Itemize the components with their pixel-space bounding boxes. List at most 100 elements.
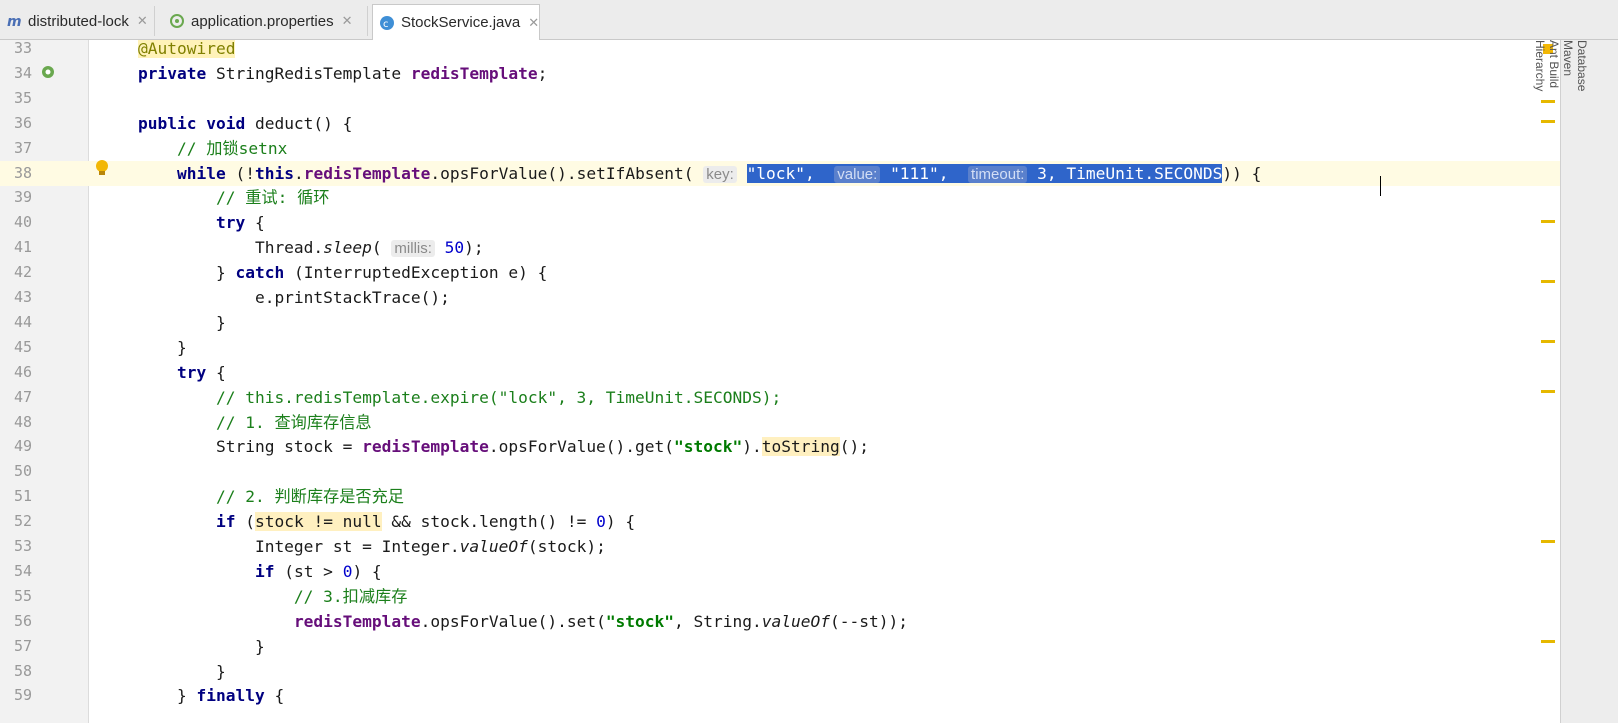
code-token: "111", bbox=[890, 163, 959, 183]
code-line[interactable]: 56 redisTemplate.opsForValue().set("stoc… bbox=[0, 609, 1560, 634]
line-number: 46 bbox=[13, 362, 32, 381]
line-number: 42 bbox=[13, 263, 32, 282]
line-number: 50 bbox=[13, 462, 32, 481]
code-token: } bbox=[138, 263, 236, 283]
code-text: // this.redisTemplate.expire("lock", 3, … bbox=[138, 385, 781, 410]
code-line[interactable]: 35 bbox=[0, 86, 1560, 111]
tool-window-labels: Database Maven Ant Build Hierarchy bbox=[1533, 40, 1589, 723]
code-line[interactable]: 51 // 2. 判断库存是否充足 bbox=[0, 484, 1560, 509]
code-token: stock != null bbox=[254, 512, 382, 532]
code-token: } bbox=[138, 636, 265, 656]
code-token: @Autowired bbox=[138, 40, 236, 58]
code-line[interactable]: 50 bbox=[0, 459, 1560, 484]
code-text: } bbox=[138, 634, 265, 659]
line-number: 33 bbox=[13, 40, 32, 57]
line-number: 49 bbox=[13, 437, 32, 456]
code-line[interactable]: 42 } catch (InterruptedException e) { bbox=[0, 260, 1560, 285]
code-token: while bbox=[176, 163, 236, 183]
tab-label: application.properties bbox=[191, 12, 334, 30]
code-token: (! bbox=[235, 163, 255, 183]
code-line[interactable]: 52 if (stock != null && stock.length() !… bbox=[0, 509, 1560, 534]
spring-bean-icon[interactable] bbox=[40, 64, 56, 80]
tool-hierarchy[interactable]: Hierarchy bbox=[1533, 40, 1547, 723]
tab-stockservice-java[interactable]: c StockService.java ✕ bbox=[372, 4, 540, 40]
parameter-hint: value: bbox=[824, 163, 891, 183]
code-token: } bbox=[138, 686, 197, 706]
code-line[interactable]: 58 } bbox=[0, 659, 1560, 684]
code-line[interactable]: 49 String stock = redisTemplate.opsForVa… bbox=[0, 434, 1560, 459]
code-text: } bbox=[138, 659, 226, 684]
code-line[interactable]: 43 e.printStackTrace(); bbox=[0, 285, 1560, 310]
code-line[interactable]: 53 Integer st = Integer.valueOf(stock); bbox=[0, 534, 1560, 559]
code-token: ; bbox=[537, 63, 548, 83]
code-line[interactable]: 37 // 加锁setnx bbox=[0, 136, 1560, 161]
code-token: // 3.扣减库存 bbox=[138, 586, 408, 606]
close-icon[interactable]: ✕ bbox=[137, 13, 148, 29]
close-icon[interactable]: ✕ bbox=[528, 15, 539, 31]
code-token: (st > bbox=[284, 561, 343, 581]
line-number: 53 bbox=[13, 537, 32, 555]
code-token: "stock" bbox=[674, 437, 743, 457]
code-token: ( bbox=[245, 512, 255, 532]
code-line[interactable]: 54 if (st > 0) { bbox=[0, 559, 1560, 584]
code-line[interactable]: 45 } bbox=[0, 335, 1560, 360]
code-line[interactable]: 59 } finally { bbox=[0, 683, 1560, 708]
code-token: redisTemplate bbox=[362, 437, 489, 457]
code-token: redisTemplate bbox=[293, 611, 421, 631]
code-token: "stock" bbox=[605, 611, 675, 631]
lightbulb-icon[interactable] bbox=[95, 159, 109, 177]
code-line[interactable]: 33 @Autowired bbox=[0, 40, 1560, 61]
code-line[interactable]: 39 // 重试: 循环 bbox=[0, 185, 1560, 210]
code-token: (stock); bbox=[527, 537, 606, 556]
code-text: // 2. 判断库存是否充足 bbox=[138, 484, 404, 509]
code-line[interactable]: 36 public void deduct() { bbox=[0, 111, 1560, 136]
line-number: 59 bbox=[13, 686, 32, 705]
code-line[interactable]: 48 // 1. 查询库存信息 bbox=[0, 410, 1560, 435]
code-token: valueOf bbox=[459, 537, 528, 556]
code-line[interactable]: 55 // 3.扣减库存 bbox=[0, 584, 1560, 609]
code-line[interactable]: 57 } bbox=[0, 634, 1560, 659]
code-text: // 3.扣减库存 bbox=[138, 584, 408, 609]
code-token: "lock", bbox=[746, 163, 825, 183]
code-token: finally bbox=[196, 686, 275, 706]
line-number: 41 bbox=[13, 238, 32, 257]
code-line[interactable]: 40 try { bbox=[0, 210, 1560, 235]
code-line[interactable]: 34 private StringRedisTemplate redisTempl… bbox=[0, 61, 1560, 86]
svg-text:m: m bbox=[7, 14, 22, 29]
code-text: while (!this.redisTemplate.opsForValue()… bbox=[138, 161, 1261, 187]
tool-maven[interactable]: Maven bbox=[1561, 40, 1575, 687]
code-text: // 重试: 循环 bbox=[138, 185, 330, 210]
line-number: 58 bbox=[13, 661, 32, 680]
tab-application-properties[interactable]: application.properties ✕ bbox=[163, 6, 368, 36]
line-number: 57 bbox=[13, 636, 32, 655]
editor-tab-bar: m distributed-lock ✕ application.propert… bbox=[0, 0, 1618, 40]
code-token: (InterruptedException e) { bbox=[293, 263, 548, 283]
code-token: } bbox=[138, 661, 226, 681]
code-line[interactable]: 46 try { bbox=[0, 360, 1560, 385]
code-token: 3, TimeUnit.SECONDS bbox=[1037, 163, 1223, 183]
close-icon[interactable]: ✕ bbox=[342, 13, 353, 29]
code-line[interactable]: 41 Thread.sleep( millis: 50); bbox=[0, 235, 1560, 260]
code-token: // this.redisTemplate.expire("lock", 3, … bbox=[138, 387, 782, 407]
tool-ant-build[interactable]: Ant Build bbox=[1547, 40, 1561, 687]
code-token: 0 bbox=[596, 512, 606, 532]
code-token: toString bbox=[761, 437, 840, 457]
code-token: (); bbox=[839, 437, 869, 457]
line-number: 51 bbox=[13, 487, 32, 506]
line-number: 56 bbox=[13, 611, 32, 630]
code-text: // 加锁setnx bbox=[138, 136, 287, 161]
line-number: 43 bbox=[13, 288, 32, 306]
code-line[interactable]: 44 } bbox=[0, 310, 1560, 335]
code-editor[interactable]: 33 @Autowired 34 private StringRedisTemplat… bbox=[0, 40, 1560, 723]
code-line[interactable]: 47 // this.redisTemplate.expire("lock", … bbox=[0, 385, 1560, 410]
code-text: try { bbox=[138, 360, 226, 385]
parameter-hint: key: bbox=[703, 165, 737, 183]
code-line[interactable]: 38 while (!this.redisTemplate.opsForValu… bbox=[0, 160, 1560, 187]
line-number: 54 bbox=[13, 561, 32, 580]
tool-database[interactable]: Database bbox=[1575, 40, 1589, 687]
tab-distributed-lock[interactable]: m distributed-lock ✕ bbox=[0, 6, 155, 36]
code-text: Integer st = Integer.valueOf(stock); bbox=[138, 534, 606, 559]
code-token: catch bbox=[235, 263, 294, 283]
